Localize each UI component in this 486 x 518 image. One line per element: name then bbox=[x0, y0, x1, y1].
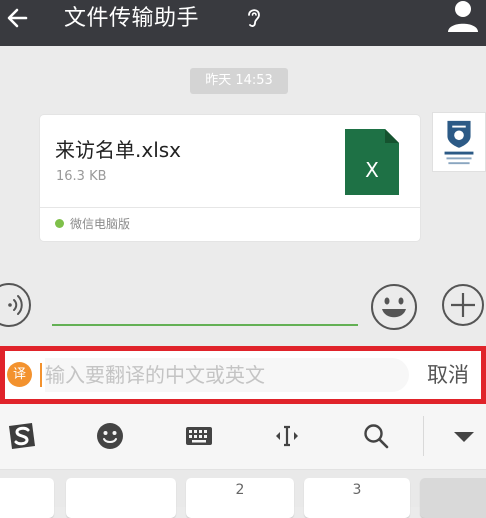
cursor-move-icon[interactable] bbox=[271, 420, 303, 452]
key-label: 3 bbox=[352, 482, 362, 498]
translate-bar: 译 取消 bbox=[0, 346, 486, 404]
person-icon[interactable] bbox=[446, 0, 480, 32]
collapse-arrow-icon[interactable] bbox=[448, 420, 480, 452]
translate-input[interactable] bbox=[45, 358, 409, 392]
message-input[interactable] bbox=[52, 290, 358, 326]
emoji-face-icon[interactable] bbox=[94, 420, 126, 452]
sogou-logo-icon[interactable] bbox=[6, 420, 38, 452]
svg-text:X: X bbox=[365, 158, 379, 182]
cancel-button[interactable]: 取消 bbox=[427, 360, 469, 390]
emoji-icon[interactable] bbox=[369, 282, 419, 332]
keyboard-key[interactable]: 2 bbox=[186, 478, 294, 518]
plus-icon[interactable] bbox=[440, 282, 486, 328]
file-message-card[interactable]: 来访名单.xlsx 16.3 KB X 微信电脑版 bbox=[40, 115, 420, 241]
keyboard-icon[interactable] bbox=[183, 420, 215, 452]
keyboard-key[interactable] bbox=[0, 478, 54, 518]
search-icon[interactable] bbox=[360, 420, 392, 452]
chat-title: 文件传输助手 bbox=[64, 6, 200, 31]
translate-badge-icon: 译 bbox=[7, 362, 32, 387]
arrow-left-icon[interactable] bbox=[4, 1, 38, 35]
toolbar-divider bbox=[423, 416, 424, 456]
timestamp-badge: 昨天 14:53 bbox=[190, 68, 288, 94]
voice-icon[interactable] bbox=[0, 282, 32, 328]
keyboard: 2 3 bbox=[0, 470, 486, 518]
title-bar: 文件传输助手 bbox=[0, 0, 486, 46]
file-name: 来访名单.xlsx bbox=[55, 138, 182, 162]
ime-toolbar bbox=[0, 404, 486, 470]
excel-file-icon: X bbox=[345, 129, 399, 195]
keyboard-key[interactable] bbox=[66, 478, 176, 518]
keyboard-key[interactable]: 3 bbox=[304, 478, 410, 518]
pc-client-icon bbox=[55, 219, 64, 228]
text-cursor bbox=[40, 363, 42, 387]
file-size: 16.3 KB bbox=[56, 169, 107, 184]
source-label: 微信电脑版 bbox=[70, 217, 131, 231]
card-divider bbox=[40, 207, 420, 208]
keyboard-key[interactable] bbox=[420, 478, 486, 518]
avatar[interactable] bbox=[432, 112, 486, 172]
ear-icon bbox=[248, 9, 260, 27]
key-label: 2 bbox=[235, 482, 245, 498]
